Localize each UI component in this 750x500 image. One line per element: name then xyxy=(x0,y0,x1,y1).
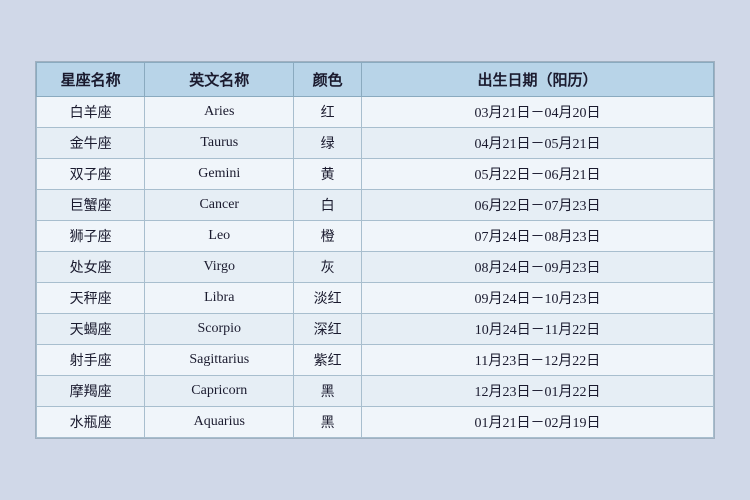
cell-color: 红 xyxy=(294,97,362,128)
cell-color: 紫红 xyxy=(294,345,362,376)
zodiac-table: 星座名称 英文名称 颜色 出生日期（阳历） 白羊座Aries红03月21日－04… xyxy=(36,62,714,438)
cell-date: 07月24日－08月23日 xyxy=(361,221,713,252)
cell-date: 04月21日－05月21日 xyxy=(361,128,713,159)
cell-english: Aries xyxy=(145,97,294,128)
cell-english: Capricorn xyxy=(145,376,294,407)
cell-english: Aquarius xyxy=(145,407,294,438)
table-row: 处女座Virgo灰08月24日－09月23日 xyxy=(37,252,714,283)
table-header-row: 星座名称 英文名称 颜色 出生日期（阳历） xyxy=(37,63,714,97)
cell-chinese: 水瓶座 xyxy=(37,407,145,438)
cell-english: Sagittarius xyxy=(145,345,294,376)
cell-english: Leo xyxy=(145,221,294,252)
cell-color: 黑 xyxy=(294,407,362,438)
table-row: 双子座Gemini黄05月22日－06月21日 xyxy=(37,159,714,190)
cell-date: 10月24日－11月22日 xyxy=(361,314,713,345)
cell-chinese: 金牛座 xyxy=(37,128,145,159)
cell-chinese: 双子座 xyxy=(37,159,145,190)
cell-chinese: 处女座 xyxy=(37,252,145,283)
cell-chinese: 摩羯座 xyxy=(37,376,145,407)
cell-color: 灰 xyxy=(294,252,362,283)
cell-date: 08月24日－09月23日 xyxy=(361,252,713,283)
cell-color: 黑 xyxy=(294,376,362,407)
cell-chinese: 巨蟹座 xyxy=(37,190,145,221)
header-color: 颜色 xyxy=(294,63,362,97)
cell-date: 05月22日－06月21日 xyxy=(361,159,713,190)
header-english: 英文名称 xyxy=(145,63,294,97)
cell-date: 01月21日－02月19日 xyxy=(361,407,713,438)
cell-chinese: 天蝎座 xyxy=(37,314,145,345)
table-row: 巨蟹座Cancer白06月22日－07月23日 xyxy=(37,190,714,221)
table-row: 金牛座Taurus绿04月21日－05月21日 xyxy=(37,128,714,159)
cell-color: 橙 xyxy=(294,221,362,252)
cell-english: Virgo xyxy=(145,252,294,283)
table-row: 天蝎座Scorpio深红10月24日－11月22日 xyxy=(37,314,714,345)
cell-english: Scorpio xyxy=(145,314,294,345)
header-date: 出生日期（阳历） xyxy=(361,63,713,97)
table-row: 水瓶座Aquarius黑01月21日－02月19日 xyxy=(37,407,714,438)
cell-date: 06月22日－07月23日 xyxy=(361,190,713,221)
cell-english: Taurus xyxy=(145,128,294,159)
header-chinese: 星座名称 xyxy=(37,63,145,97)
cell-english: Cancer xyxy=(145,190,294,221)
cell-color: 绿 xyxy=(294,128,362,159)
cell-color: 深红 xyxy=(294,314,362,345)
cell-english: Gemini xyxy=(145,159,294,190)
table-row: 摩羯座Capricorn黑12月23日－01月22日 xyxy=(37,376,714,407)
table-row: 狮子座Leo橙07月24日－08月23日 xyxy=(37,221,714,252)
cell-chinese: 白羊座 xyxy=(37,97,145,128)
table-row: 白羊座Aries红03月21日－04月20日 xyxy=(37,97,714,128)
cell-color: 淡红 xyxy=(294,283,362,314)
table-row: 天秤座Libra淡红09月24日－10月23日 xyxy=(37,283,714,314)
cell-date: 03月21日－04月20日 xyxy=(361,97,713,128)
cell-color: 黄 xyxy=(294,159,362,190)
zodiac-table-container: 星座名称 英文名称 颜色 出生日期（阳历） 白羊座Aries红03月21日－04… xyxy=(35,61,715,439)
cell-chinese: 天秤座 xyxy=(37,283,145,314)
cell-color: 白 xyxy=(294,190,362,221)
table-body: 白羊座Aries红03月21日－04月20日金牛座Taurus绿04月21日－0… xyxy=(37,97,714,438)
cell-date: 09月24日－10月23日 xyxy=(361,283,713,314)
cell-date: 12月23日－01月22日 xyxy=(361,376,713,407)
table-row: 射手座Sagittarius紫红11月23日－12月22日 xyxy=(37,345,714,376)
cell-chinese: 射手座 xyxy=(37,345,145,376)
cell-chinese: 狮子座 xyxy=(37,221,145,252)
cell-date: 11月23日－12月22日 xyxy=(361,345,713,376)
cell-english: Libra xyxy=(145,283,294,314)
